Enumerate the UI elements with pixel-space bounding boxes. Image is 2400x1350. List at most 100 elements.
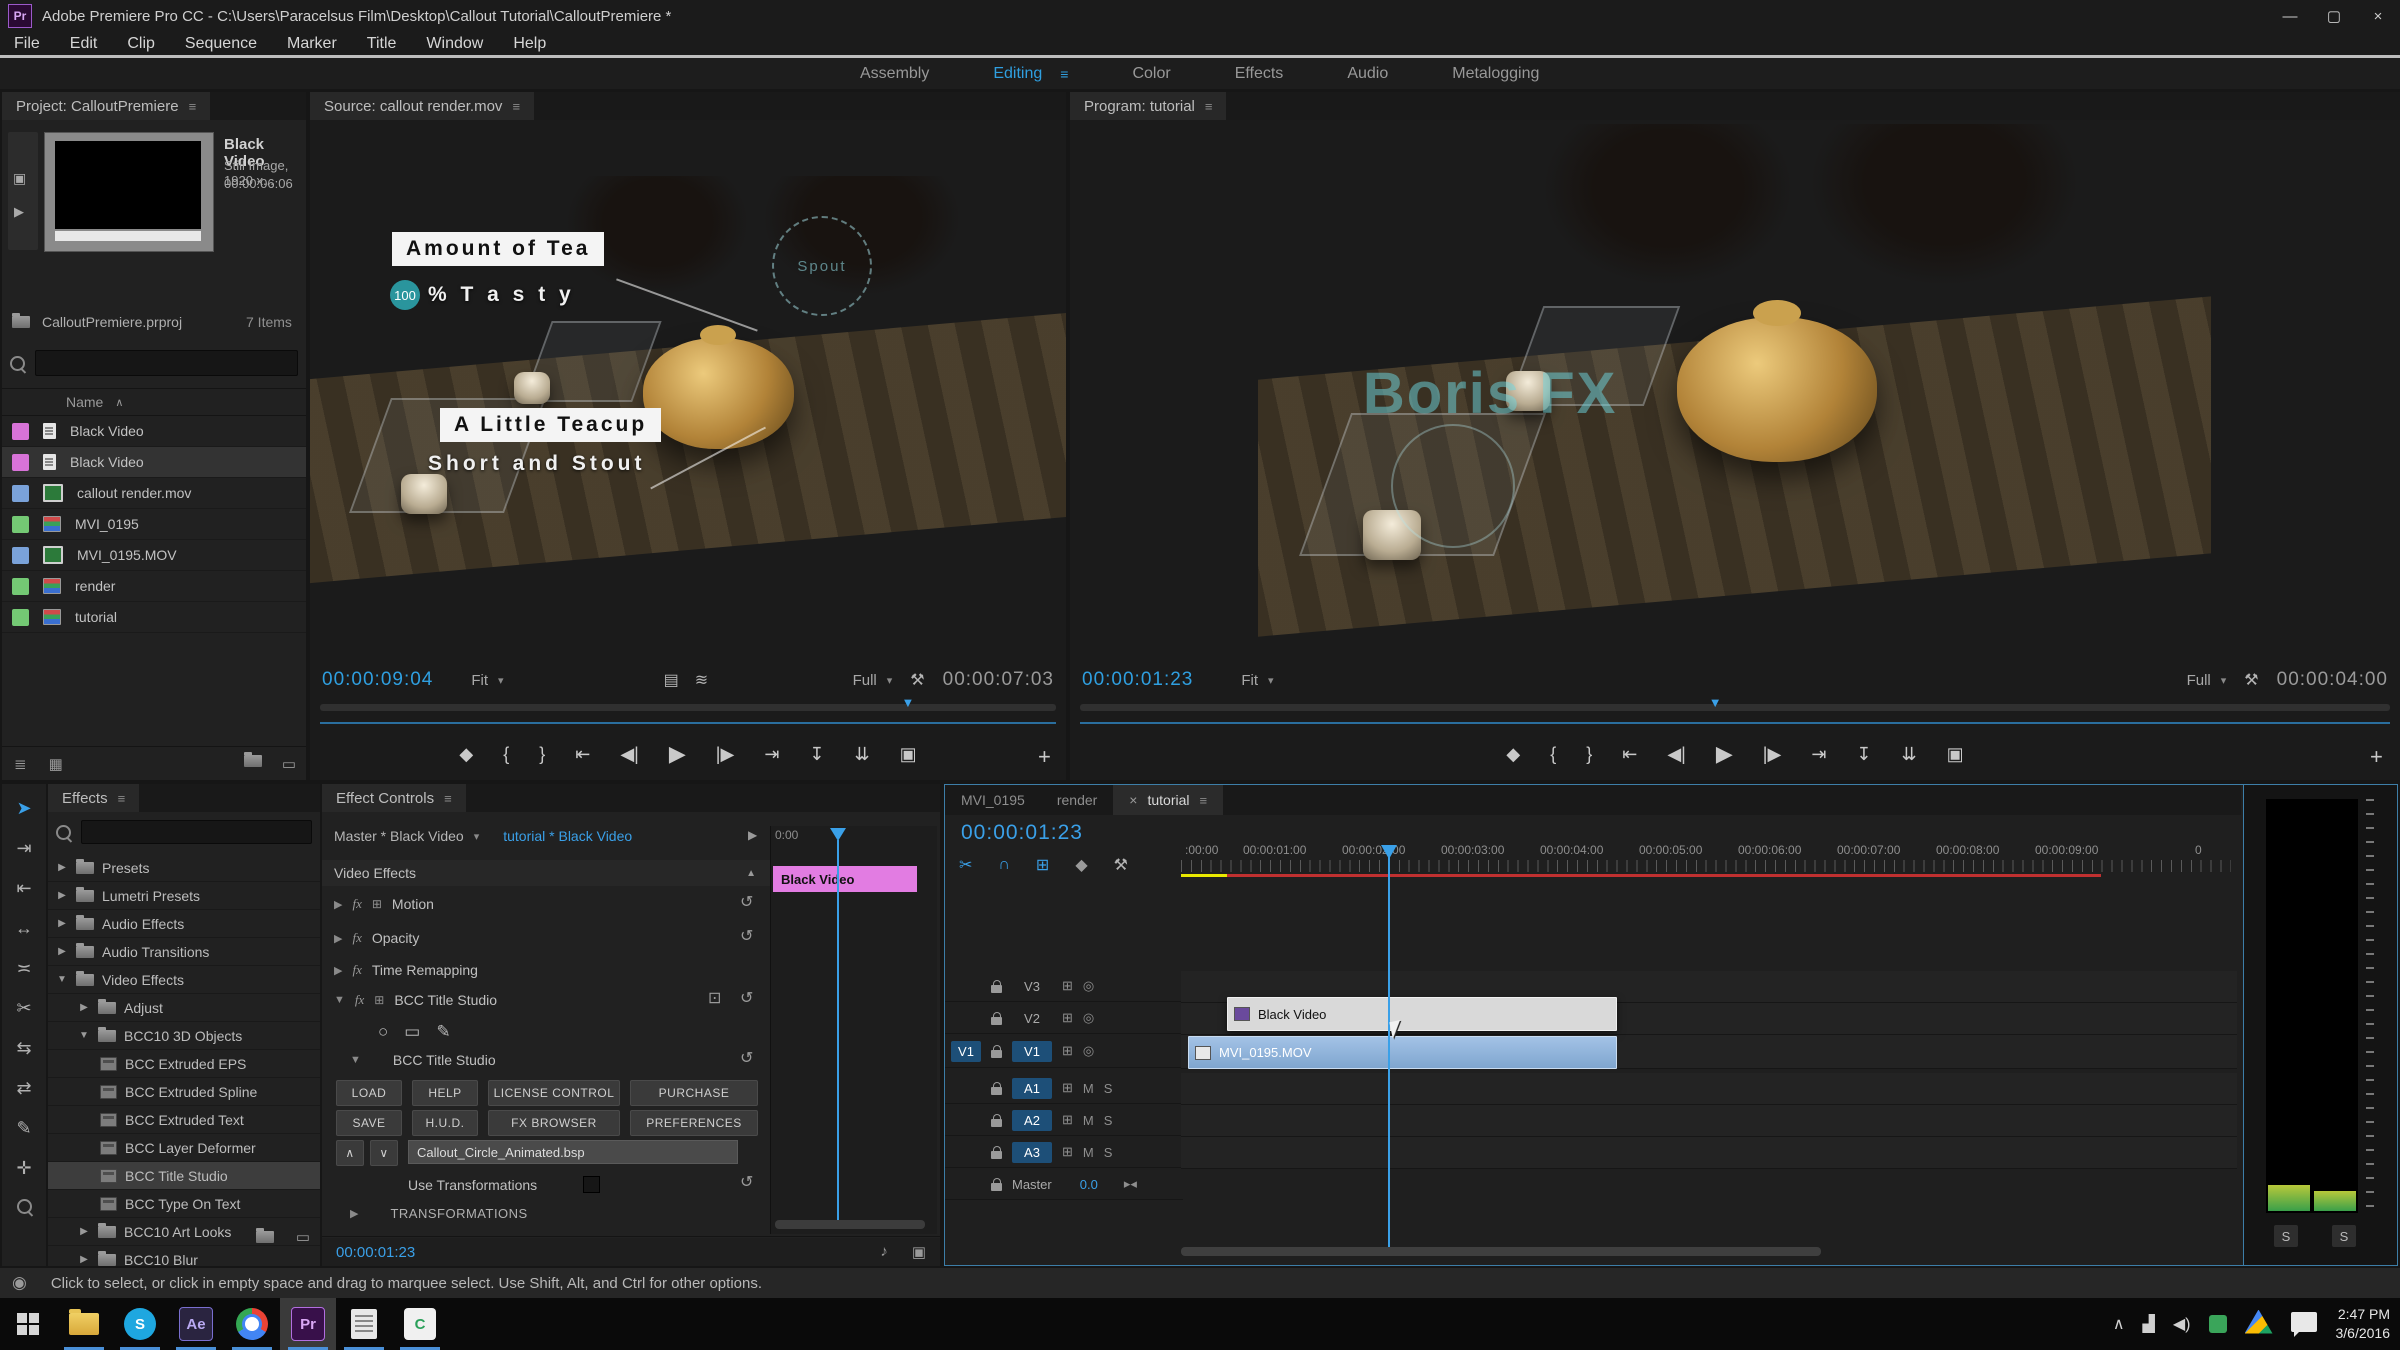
overwrite-button[interactable]: ⇊ — [855, 744, 870, 765]
effects-tree-item[interactable]: BCC Type On Text — [48, 1190, 320, 1218]
sequence-tab-render[interactable]: render — [1041, 785, 1113, 815]
snap-icon[interactable]: ∩ — [998, 856, 1010, 874]
track-header-v3[interactable]: V3 ⊞ ◎ — [945, 971, 1183, 1002]
track-lane-a3[interactable] — [1181, 1137, 2237, 1169]
panel-menu-icon[interactable]: ≡ — [512, 99, 520, 114]
mute-track-button[interactable]: M — [1083, 1113, 1094, 1128]
sync-lock-icon[interactable]: ⊞ — [1062, 978, 1073, 994]
project-item-row[interactable]: callout render.mov — [2, 478, 306, 509]
effect-controls-tab[interactable]: Effect Controls ≡ — [322, 784, 466, 812]
add-marker-icon[interactable]: ◆ — [1075, 855, 1087, 875]
label-color-chip[interactable] — [12, 485, 29, 502]
pen-tool-icon[interactable]: ✎ — [436, 1022, 450, 1042]
effects-search-input[interactable] — [81, 820, 312, 844]
sort-ascending-icon[interactable]: ∧ — [115, 396, 123, 409]
sync-lock-icon[interactable]: ⊞ — [1062, 1144, 1073, 1160]
solo-right-button[interactable]: S — [2332, 1225, 2356, 1247]
settings-wrench-icon[interactable]: ⚒ — [910, 670, 924, 690]
button-editor-plus[interactable]: + — [1038, 744, 1051, 770]
bcc-load-button[interactable]: LOAD — [336, 1080, 402, 1106]
mark-out-button[interactable]: } — [539, 744, 545, 765]
source-playhead-marker[interactable]: ▼ — [901, 695, 914, 710]
reset-effect-icon[interactable]: ↺ — [740, 1172, 753, 1192]
bcc-purchase-button[interactable]: PURCHASE — [630, 1080, 758, 1106]
menu-file[interactable]: File — [14, 35, 40, 53]
effects-tree-item[interactable]: BCC Layer Deformer — [48, 1134, 320, 1162]
master-level-value[interactable]: 0.0 — [1080, 1177, 1098, 1192]
speaker-icon[interactable]: ◀) — [2173, 1314, 2191, 1334]
mini-clip-bar[interactable]: Black Video — [773, 866, 917, 892]
new-custom-bin-icon[interactable] — [256, 1231, 274, 1243]
drag-video-icon[interactable]: ▤ — [664, 670, 679, 690]
timeline-timecode[interactable]: 00:00:01:23 — [961, 821, 1083, 845]
menu-help[interactable]: Help — [513, 35, 546, 53]
sequence-clip-label[interactable]: tutorial * Black Video — [503, 828, 632, 844]
source-resolution-dropdown[interactable]: Full▾ — [853, 672, 893, 689]
label-color-chip[interactable] — [12, 423, 29, 440]
panel-menu-icon[interactable]: ≡ — [444, 791, 452, 806]
close-tab-icon[interactable]: × — [1129, 792, 1137, 808]
bcc-subsection-row[interactable]: ▼ BCC Title Studio — [350, 1052, 496, 1068]
project-item-row[interactable]: Black Video — [2, 447, 306, 478]
go-to-out-button[interactable]: ⇥ — [764, 744, 779, 765]
toggle-track-output-icon[interactable]: ◎ — [1083, 978, 1094, 994]
comparison-view-icon[interactable]: ▣ — [912, 1243, 926, 1261]
label-color-chip[interactable] — [12, 547, 29, 564]
ellipse-tool-icon[interactable]: ○ — [378, 1022, 388, 1042]
taskbar-document-app[interactable] — [336, 1298, 392, 1350]
bcc-preferences-button[interactable]: PREFERENCES — [630, 1110, 758, 1136]
menu-clip[interactable]: Clip — [127, 35, 155, 53]
chevron-down-icon[interactable]: ▾ — [474, 830, 480, 843]
list-view-icon[interactable]: ≣ — [14, 755, 27, 773]
lock-icon[interactable] — [991, 1050, 1002, 1058]
label-color-chip[interactable] — [12, 454, 29, 471]
expand-icon[interactable]: ▶ — [334, 964, 342, 977]
export-frame-button[interactable]: ▣ — [900, 744, 917, 765]
sync-app-tray-icon[interactable] — [2209, 1315, 2227, 1333]
menu-edit[interactable]: Edit — [70, 35, 98, 53]
step-forward-button[interactable]: |▶ — [1763, 744, 1782, 765]
sequence-tab-tutorial[interactable]: × tutorial ≡ — [1113, 785, 1223, 815]
project-item-row[interactable]: tutorial — [2, 602, 306, 633]
go-to-in-button[interactable]: ⇤ — [1622, 744, 1637, 765]
taskbar-premiere-pro[interactable]: Pr — [280, 1298, 336, 1350]
label-color-chip[interactable] — [12, 609, 29, 626]
menu-title[interactable]: Title — [367, 35, 397, 53]
bcc-hud-button[interactable]: H.U.D. — [412, 1110, 478, 1136]
effects-tree-item[interactable]: BCC Extruded Text — [48, 1106, 320, 1134]
timeline-ruler[interactable]: :00:00 00:00:01:00 00:00:02:00 00:00:03:… — [1181, 843, 2237, 873]
razor-tool[interactable]: ✂ — [16, 998, 31, 1019]
close-button[interactable]: × — [2356, 0, 2400, 32]
sync-lock-icon[interactable]: ⊞ — [1062, 1112, 1073, 1128]
workspace-audio[interactable]: Audio — [1347, 65, 1388, 83]
delete-effect-icon[interactable]: ▭ — [296, 1228, 310, 1246]
source-patch-v1[interactable]: V1 — [951, 1041, 981, 1062]
track-header-a1[interactable]: A1 ⊞ M S — [945, 1073, 1183, 1104]
bcc-license-control-button[interactable]: LICENSE CONTROL — [488, 1080, 620, 1106]
timeline-h-scrollbar[interactable] — [1181, 1247, 1821, 1256]
workspace-color[interactable]: Color — [1132, 65, 1170, 83]
go-to-out-button[interactable]: ⇥ — [1811, 744, 1826, 765]
start-button[interactable] — [0, 1298, 56, 1350]
mini-h-scrollbar[interactable] — [775, 1220, 925, 1229]
workspace-menu-icon[interactable]: ≡ — [1060, 66, 1068, 82]
expand-icon[interactable]: ▶ — [334, 898, 342, 911]
zoom-tool[interactable] — [17, 1198, 32, 1219]
sync-lock-icon[interactable]: ⊞ — [1062, 1010, 1073, 1026]
effects-tree-item-selected[interactable]: BCC Title Studio — [48, 1162, 320, 1190]
show-timeline-view-icon[interactable]: ▶ — [748, 828, 757, 842]
effects-tree-item[interactable]: ▶Audio Transitions — [48, 938, 320, 966]
bcc-help-button[interactable]: HELP — [412, 1080, 478, 1106]
ripple-edit-tool[interactable]: ⇤ — [16, 878, 31, 899]
slide-tool[interactable]: ⇄ — [16, 1078, 31, 1099]
lock-icon[interactable] — [991, 985, 1002, 993]
solo-track-button[interactable]: S — [1104, 1081, 1113, 1096]
collapse-icon[interactable]: ▼ — [334, 994, 345, 1006]
menu-sequence[interactable]: Sequence — [185, 35, 257, 53]
fx-bcc-title-studio-row[interactable]: ▼ fx ⊞ BCC Title Studio — [334, 992, 497, 1008]
mark-in-button[interactable]: { — [1550, 744, 1556, 765]
effects-tree-item[interactable]: ▶Audio Effects — [48, 910, 320, 938]
step-forward-button[interactable]: |▶ — [716, 744, 735, 765]
track-lane-a2[interactable] — [1181, 1105, 2237, 1137]
toggle-track-output-icon[interactable]: ◎ — [1083, 1043, 1094, 1059]
